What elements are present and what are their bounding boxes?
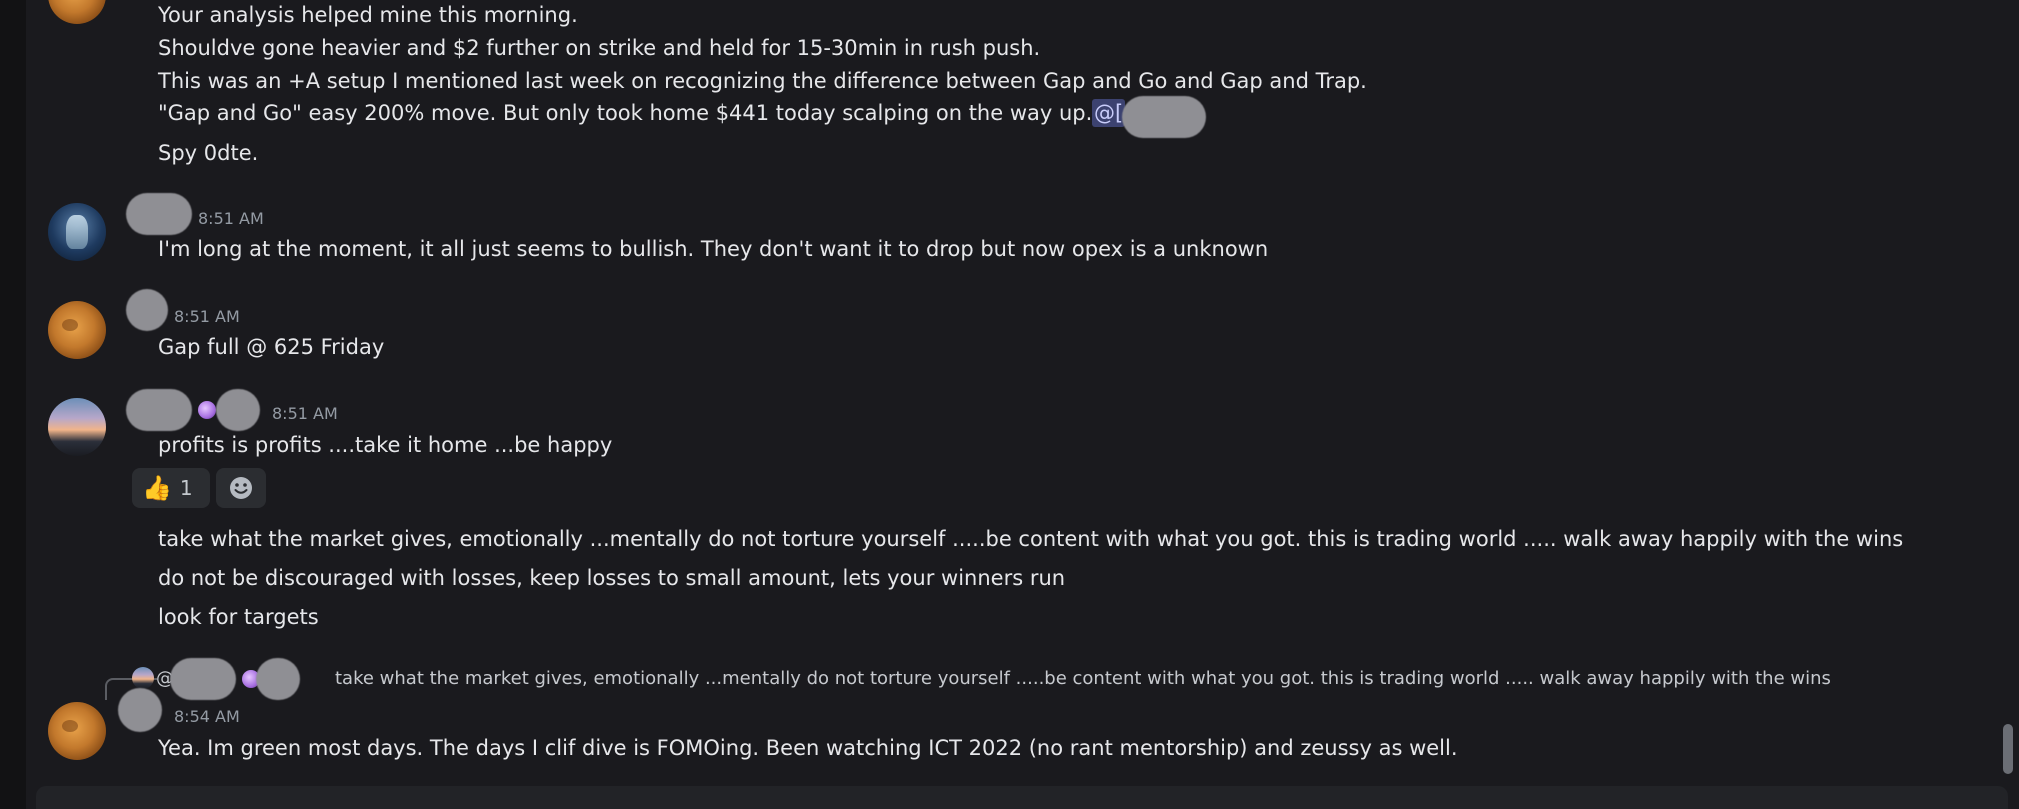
reply-avatar[interactable] — [132, 667, 154, 689]
left-rail — [0, 0, 26, 809]
message-line: This was an +A setup I mentioned last we… — [158, 69, 1367, 93]
message-timestamp[interactable]: 8:51 AM — [272, 404, 338, 423]
message-line: Shouldve gone heavier and $2 further on … — [158, 36, 1041, 60]
reply-preview[interactable]: take what the market gives, emotionally … — [335, 665, 1831, 693]
redacted-username[interactable] — [126, 389, 192, 431]
avatar[interactable] — [48, 0, 106, 24]
avatar[interactable] — [48, 301, 106, 359]
scrollbar-thumb[interactable] — [2003, 724, 2013, 774]
message-line: look for targets — [158, 605, 319, 629]
role-badge-icon — [198, 401, 216, 419]
reaction-thumbs-up[interactable]: 👍 1 — [132, 468, 210, 508]
avatar[interactable] — [48, 203, 106, 261]
user-mention[interactable]: @[ — [1092, 99, 1126, 127]
message-timestamp[interactable]: 8:51 AM — [198, 209, 264, 228]
avatar[interactable] — [48, 398, 106, 456]
message-line: Your analysis helped mine this morning. — [158, 3, 578, 27]
redacted-username[interactable] — [170, 658, 236, 700]
message-line: do not be discouraged with losses, keep … — [158, 566, 1066, 590]
message-line: profits is profits ....take it home ...b… — [158, 433, 613, 457]
app-window: Your analysis helped mine this morning. … — [0, 0, 2019, 809]
redacted-username[interactable] — [118, 688, 162, 732]
message-line: Spy 0dte. — [158, 141, 259, 165]
thumbs-up-icon: 👍 — [142, 474, 172, 502]
smiley-icon — [230, 477, 252, 499]
redacted-username — [1122, 96, 1206, 138]
message-timestamp[interactable]: 8:51 AM — [174, 307, 240, 326]
message-line: take what the market gives, emotionally … — [158, 527, 1904, 551]
add-reaction-button[interactable] — [216, 468, 266, 508]
message-text: Gap full @ 625 Friday — [158, 335, 385, 359]
redacted-username[interactable] — [216, 389, 260, 431]
message-line: "Gap and Go" easy 200% move. But only to… — [158, 101, 1175, 125]
chat-area: Your analysis helped mine this morning. … — [26, 0, 2019, 809]
reaction-count: 1 — [179, 476, 193, 500]
avatar[interactable] — [48, 702, 106, 760]
message-text: I'm long at the moment, it all just seem… — [158, 237, 1269, 261]
redacted-username[interactable] — [126, 289, 168, 331]
redacted-username[interactable] — [126, 193, 192, 235]
message-composer[interactable] — [36, 786, 2008, 809]
redacted-username[interactable] — [256, 658, 300, 700]
message-text: Yea. Im green most days. The days I clif… — [158, 736, 1458, 760]
message-timestamp[interactable]: 8:54 AM — [174, 707, 240, 726]
